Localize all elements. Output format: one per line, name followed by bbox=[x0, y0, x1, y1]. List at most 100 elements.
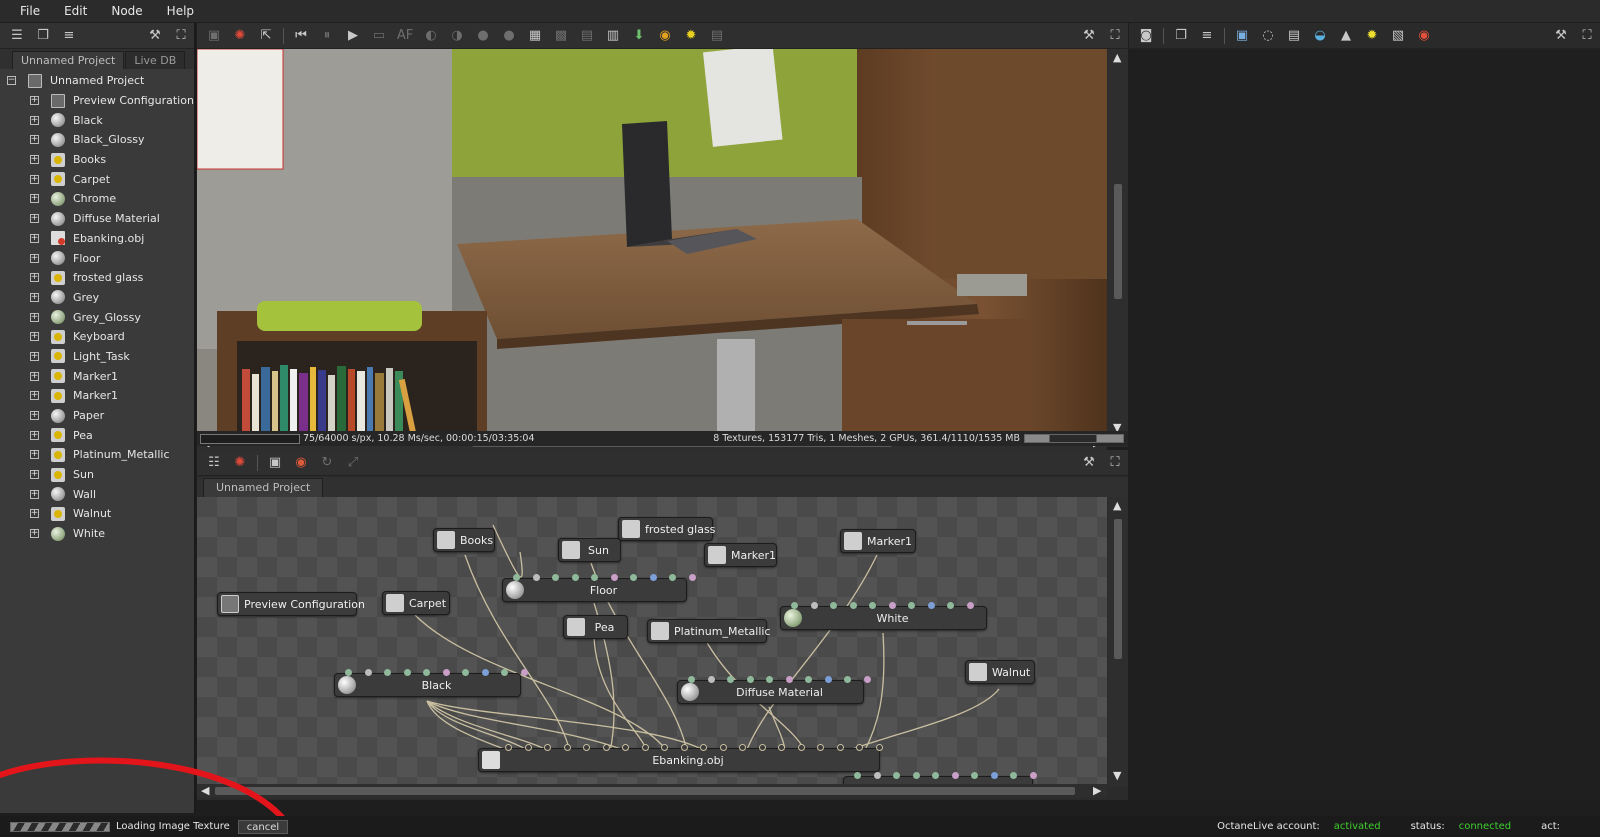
input-pin[interactable] bbox=[856, 744, 863, 751]
input-pin[interactable] bbox=[869, 602, 876, 609]
graph-node-floor[interactable]: Floor bbox=[502, 574, 696, 602]
input-pin[interactable] bbox=[810, 602, 818, 609]
tree-item[interactable]: + frosted glass bbox=[0, 268, 194, 288]
expand-toggle-icon[interactable]: + bbox=[30, 174, 39, 184]
input-pin[interactable] bbox=[481, 669, 489, 676]
input-pin[interactable] bbox=[927, 602, 935, 609]
viewport-vscroll-thumb[interactable] bbox=[1114, 184, 1122, 299]
graph-node-sun[interactable]: Sun bbox=[558, 538, 621, 562]
tree-item[interactable]: + Paper bbox=[0, 406, 194, 426]
tab-unnamed-project[interactable]: Unnamed Project bbox=[12, 51, 125, 69]
tree-item[interactable]: + Grey_Glossy bbox=[0, 307, 194, 327]
copy-icon[interactable]: ❐ bbox=[33, 27, 53, 45]
environment-icon[interactable]: ◒ bbox=[1310, 27, 1330, 45]
input-pin[interactable] bbox=[836, 744, 844, 751]
input-pin[interactable] bbox=[622, 744, 629, 751]
graph-horizontal-scrollbar[interactable]: ◀ ▶ bbox=[197, 784, 1107, 798]
input-pin[interactable] bbox=[932, 772, 939, 779]
autofocus-icon[interactable]: AF bbox=[395, 27, 415, 45]
graph-save-icon[interactable]: ▣ bbox=[265, 454, 285, 472]
input-pin[interactable] bbox=[661, 744, 668, 751]
input-pin[interactable] bbox=[384, 669, 391, 676]
tree-item[interactable]: + Black_Glossy bbox=[0, 130, 194, 150]
image-icon[interactable]: ▣ bbox=[1232, 27, 1252, 45]
input-pin[interactable] bbox=[758, 744, 766, 751]
expand-toggle-icon[interactable]: + bbox=[30, 332, 39, 342]
tree-item[interactable]: + Walnut bbox=[0, 504, 194, 524]
wrench-icon[interactable]: ⚒ bbox=[145, 27, 165, 45]
input-pin[interactable] bbox=[893, 772, 900, 779]
input-pin[interactable] bbox=[966, 602, 974, 609]
maximize-icon[interactable]: ⛶ bbox=[171, 27, 191, 45]
tree-item[interactable]: + Carpet bbox=[0, 169, 194, 189]
graph-scroll-right-icon[interactable]: ▶ bbox=[1093, 784, 1101, 797]
tree-item[interactable]: + Marker1 bbox=[0, 386, 194, 406]
tree-item[interactable]: + Sun bbox=[0, 465, 194, 485]
graph-node-carpet[interactable]: Carpet bbox=[382, 591, 450, 615]
input-pin[interactable] bbox=[875, 744, 883, 751]
picker-icon[interactable]: ◐ bbox=[421, 27, 441, 45]
input-pin[interactable] bbox=[591, 574, 598, 581]
tree-item[interactable]: + Platinum_Metallic bbox=[0, 445, 194, 465]
region-icon[interactable]: ▭ bbox=[369, 27, 389, 45]
graph-object-icon[interactable]: ◉ bbox=[291, 454, 311, 472]
scroll-up-icon[interactable]: ▲ bbox=[1113, 51, 1121, 64]
graph-vscroll-thumb[interactable] bbox=[1114, 519, 1122, 659]
input-pin[interactable] bbox=[669, 574, 676, 581]
viewport-settings-wrench-icon[interactable]: ⚒ bbox=[1079, 27, 1099, 45]
graph-vertical-scrollbar[interactable]: ▲ ▼ bbox=[1108, 497, 1128, 787]
graph-node-frosted-glass[interactable]: frosted glass bbox=[618, 517, 715, 541]
input-pin[interactable] bbox=[552, 574, 559, 581]
tree-item[interactable]: + Preview Configuration bbox=[0, 91, 194, 111]
viewport-vertical-scrollbar[interactable]: ▲ ▼ bbox=[1108, 49, 1128, 436]
expand-toggle-icon[interactable]: + bbox=[30, 470, 39, 480]
tree-item[interactable]: + Light_Task bbox=[0, 347, 194, 367]
graph-scale-icon[interactable]: ⤢ bbox=[343, 454, 363, 472]
expand-toggle-icon[interactable]: + bbox=[30, 253, 39, 263]
input-pin[interactable] bbox=[791, 602, 798, 609]
expand-toggle-icon[interactable]: + bbox=[30, 351, 39, 361]
input-pin[interactable] bbox=[785, 676, 793, 683]
collapse-toggle-icon[interactable]: − bbox=[7, 76, 16, 86]
input-pin[interactable] bbox=[1010, 772, 1017, 779]
tree-item[interactable]: + Marker1 bbox=[0, 366, 194, 386]
input-pin[interactable] bbox=[854, 772, 861, 779]
tree-item[interactable]: + Keyboard bbox=[0, 327, 194, 347]
cancel-button[interactable]: cancel bbox=[237, 819, 289, 834]
checker-icon[interactable]: ▩ bbox=[551, 27, 571, 45]
expand-toggle-icon[interactable]: + bbox=[30, 233, 39, 243]
expand-toggle-icon[interactable]: + bbox=[30, 96, 39, 106]
input-pin[interactable] bbox=[817, 744, 824, 751]
input-pin[interactable] bbox=[524, 744, 532, 751]
input-pin[interactable] bbox=[746, 676, 754, 683]
input-pin[interactable] bbox=[719, 744, 727, 751]
input-pin[interactable] bbox=[912, 772, 920, 779]
menu-help[interactable]: Help bbox=[155, 0, 206, 22]
graph-node-walnut[interactable]: Walnut bbox=[965, 660, 1035, 684]
copy-clipboard-icon[interactable]: ▥ bbox=[603, 27, 623, 45]
expand-toggle-icon[interactable]: + bbox=[30, 411, 39, 421]
clay-icon[interactable]: ▤ bbox=[577, 27, 597, 45]
input-pin[interactable] bbox=[873, 772, 881, 779]
tree-item[interactable]: + Chrome bbox=[0, 189, 194, 209]
inspector-maximize-icon[interactable]: ⛶ bbox=[1577, 27, 1597, 45]
input-pin[interactable] bbox=[990, 772, 998, 779]
tab-live-db[interactable]: Live DB bbox=[125, 51, 186, 69]
white-balance-icon[interactable]: ◑ bbox=[447, 27, 467, 45]
recenter-icon[interactable]: ▣ bbox=[204, 27, 224, 45]
input-pin[interactable] bbox=[797, 744, 805, 751]
graph-node-marker1-a[interactable]: Marker1 bbox=[704, 543, 777, 567]
input-pin[interactable] bbox=[501, 669, 508, 676]
input-pin[interactable] bbox=[778, 744, 785, 751]
tree-root[interactable]: − Unnamed Project bbox=[0, 71, 194, 91]
inspector-collapse-icon[interactable]: ≡ bbox=[1197, 27, 1217, 45]
input-pin[interactable] bbox=[544, 744, 551, 751]
expand-toggle-icon[interactable]: + bbox=[30, 312, 39, 322]
expand-toggle-icon[interactable]: + bbox=[30, 115, 39, 125]
expand-toggle-icon[interactable]: + bbox=[30, 509, 39, 519]
tree-item[interactable]: + Black bbox=[0, 110, 194, 130]
input-pin[interactable] bbox=[700, 744, 707, 751]
input-pin[interactable] bbox=[908, 602, 915, 609]
input-pin[interactable] bbox=[830, 602, 837, 609]
expand-toggle-icon[interactable]: + bbox=[30, 489, 39, 499]
